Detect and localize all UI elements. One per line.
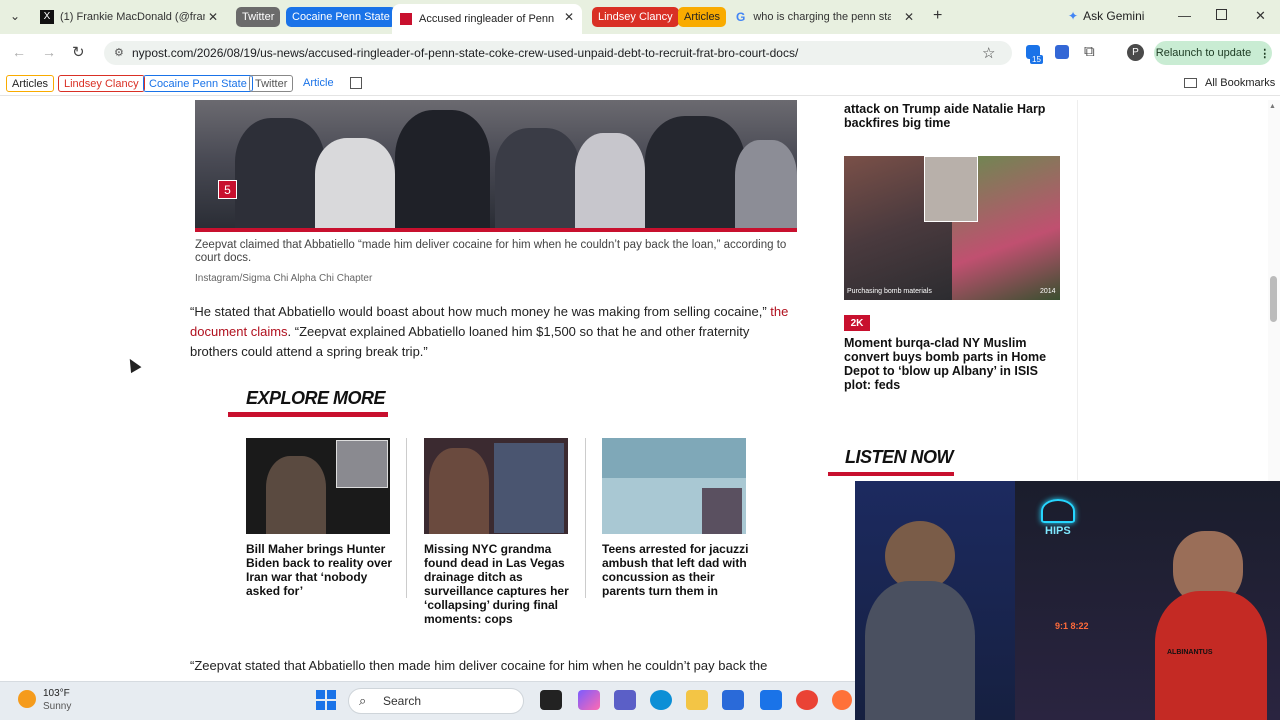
photo-index-badge[interactable]: 5 bbox=[218, 180, 237, 199]
card-divider bbox=[585, 438, 586, 598]
search-label: Search bbox=[383, 694, 422, 708]
card-divider bbox=[406, 438, 407, 598]
gemini-sparkle-icon: ✦ bbox=[1068, 9, 1079, 23]
restore-icon[interactable] bbox=[1216, 9, 1227, 20]
photo-divider bbox=[195, 228, 797, 232]
reload-icon[interactable]: ↻ bbox=[72, 43, 85, 61]
folder-icon bbox=[1184, 78, 1197, 88]
bookmark-lindsey-clancy[interactable]: Lindsey Clancy bbox=[58, 75, 145, 92]
window-close-icon[interactable]: ✕ bbox=[1255, 8, 1266, 24]
neon-ufo-icon bbox=[1041, 499, 1075, 523]
card-image-missing-grandma[interactable] bbox=[424, 438, 568, 534]
new-tab-button[interactable]: + bbox=[933, 7, 942, 25]
terminal-app-icon[interactable] bbox=[540, 690, 562, 710]
firefox-browser-icon[interactable] bbox=[832, 690, 852, 710]
sidebar-image-caption: Purchasing bomb materials bbox=[847, 288, 932, 295]
bookmark-cocaine-penn-state[interactable]: Cocaine Penn State bbox=[143, 75, 253, 92]
paragraph-text: “He stated that Abbatiello would boast a… bbox=[190, 304, 767, 319]
taskbar-search-box[interactable]: ⌕ Search bbox=[348, 688, 524, 714]
tab-google-search[interactable]: G who is charging the penn state bbox=[736, 6, 906, 28]
search-icon: ⌕ bbox=[359, 693, 367, 708]
article-paragraph: “He stated that Abbatiello would boast a… bbox=[190, 302, 800, 362]
card-image-bill-maher[interactable] bbox=[246, 438, 390, 534]
mouse-cursor-icon bbox=[124, 355, 142, 374]
weather-sun-icon[interactable] bbox=[18, 690, 36, 708]
tab-group-cocaine-penn-state[interactable]: Cocaine Penn State bbox=[286, 7, 396, 27]
article-photo bbox=[195, 100, 797, 228]
bookmark-articles[interactable]: Articles bbox=[6, 75, 55, 92]
photo-credit: Instagram/Sigma Chi Alpha Chi Chapter bbox=[195, 273, 373, 284]
webcam-overlay: HIPS 9:1 8:22 ALBINANTUS bbox=[855, 481, 1280, 720]
card-title[interactable]: Missing NYC grandma found dead in Las Ve… bbox=[424, 542, 574, 626]
tab-title: Accused ringleader of Penn Sta bbox=[419, 13, 555, 25]
mail-app-icon[interactable] bbox=[760, 690, 782, 710]
copilot-app-icon[interactable] bbox=[578, 690, 600, 710]
start-windows-icon[interactable] bbox=[316, 690, 336, 710]
scroll-up-arrow-icon[interactable]: ▲ bbox=[1269, 103, 1276, 110]
weather-temperature[interactable]: 103°F bbox=[43, 688, 70, 699]
back-arrow-icon[interactable]: ← bbox=[12, 44, 26, 60]
relaunch-label: Relaunch to update bbox=[1155, 47, 1252, 59]
relaunch-to-update-button[interactable]: Relaunch to update ⋮ bbox=[1154, 41, 1272, 65]
card-title[interactable]: Teens arrested for jacuzzi ambush that l… bbox=[602, 542, 752, 598]
more-menu-icon[interactable]: ⋮ bbox=[1259, 47, 1270, 60]
tab-title: (1) Frankie MacDonald (@frank bbox=[60, 11, 205, 23]
extension-badge: 15 bbox=[1030, 55, 1043, 64]
photo-caption: Zeepvat claimed that Abbatiello “made hi… bbox=[195, 239, 787, 264]
teams-app-icon[interactable] bbox=[614, 690, 636, 710]
tab-title: who is charging the penn state bbox=[753, 11, 892, 23]
ask-gemini-button[interactable]: ✦ Ask Gemini bbox=[1068, 9, 1144, 23]
ask-gemini-label: Ask Gemini bbox=[1083, 9, 1145, 23]
tab-group-lindsey-clancy[interactable]: Lindsey Clancy bbox=[592, 7, 679, 27]
close-icon[interactable]: ✕ bbox=[208, 10, 218, 24]
neon-sign: HIPS bbox=[1045, 525, 1071, 537]
bookmark-article[interactable]: Article bbox=[303, 77, 334, 89]
card-image-teens-jacuzzi[interactable] bbox=[602, 438, 746, 534]
extension-icon[interactable] bbox=[1055, 45, 1069, 59]
sidebar-story-title[interactable]: attack on Trump aide Natalie Harp backfi… bbox=[844, 102, 1059, 130]
nypost-favicon-icon bbox=[400, 13, 412, 25]
close-icon[interactable]: ✕ bbox=[564, 10, 574, 24]
explore-underline bbox=[228, 412, 388, 417]
tab-group-articles[interactable]: Articles bbox=[678, 7, 727, 27]
bookmark-twitter[interactable]: Twitter bbox=[249, 75, 294, 92]
address-bar[interactable]: ⚙ nypost.com/2026/08/19/us-news/accused-… bbox=[104, 41, 1012, 65]
weather-condition: Sunny bbox=[43, 701, 72, 712]
all-bookmarks-button[interactable]: All Bookmarks bbox=[1184, 77, 1275, 89]
store-app-icon[interactable] bbox=[722, 690, 744, 710]
minimize-icon[interactable]: — bbox=[1178, 8, 1191, 23]
comment-count-badge[interactable]: 2K bbox=[844, 315, 870, 331]
tab-active-article[interactable]: Accused ringleader of Penn Sta bbox=[392, 4, 582, 34]
led-clock: 9:1 8:22 bbox=[1055, 621, 1089, 631]
explore-more-heading: EXPLORE MORE bbox=[246, 388, 386, 408]
url-text: nypost.com/2026/08/19/us-news/accused-ri… bbox=[132, 46, 799, 60]
site-info-icon[interactable]: ⚙ bbox=[114, 46, 124, 59]
apps-grid-icon[interactable] bbox=[350, 77, 362, 89]
profile-avatar[interactable]: P bbox=[1127, 44, 1144, 61]
sidebar-story-image[interactable] bbox=[844, 156, 1060, 300]
tab-group-twitter[interactable]: Twitter bbox=[236, 7, 281, 27]
sidebar-story-title[interactable]: Moment burqa-clad NY Muslim convert buys… bbox=[844, 336, 1059, 392]
puzzle-extensions-icon[interactable]: ⧉ bbox=[1084, 43, 1095, 60]
tab-frankie-macdonald[interactable]: X (1) Frankie MacDonald (@frank bbox=[40, 6, 220, 28]
close-icon[interactable]: ✕ bbox=[904, 10, 914, 24]
shirt-text: ALBINANTUS bbox=[1167, 649, 1213, 656]
tab-list-chevron-down-icon[interactable]: ⌄ bbox=[10, 9, 20, 23]
sidebar-image-year: 2014 bbox=[1040, 288, 1056, 295]
edge-browser-icon[interactable] bbox=[650, 690, 672, 710]
google-logo-icon: G bbox=[736, 10, 746, 24]
listen-underline bbox=[828, 472, 954, 476]
card-title[interactable]: Bill Maher brings Hunter Biden back to r… bbox=[246, 542, 396, 598]
forward-arrow-icon[interactable]: → bbox=[42, 44, 56, 60]
all-bookmarks-label: All Bookmarks bbox=[1205, 77, 1276, 89]
chrome-browser-icon[interactable] bbox=[796, 690, 818, 710]
scrollbar-thumb[interactable] bbox=[1270, 276, 1277, 322]
bookmark-star-icon[interactable]: ☆ bbox=[982, 44, 995, 62]
sidebar-separator bbox=[1077, 100, 1078, 480]
file-explorer-icon[interactable] bbox=[686, 690, 708, 710]
listen-now-heading: LISTEN NOW bbox=[845, 447, 954, 467]
article-paragraph: “Zeepvat stated that Abbatiello then mad… bbox=[190, 658, 768, 673]
x-logo-icon: X bbox=[40, 10, 54, 24]
